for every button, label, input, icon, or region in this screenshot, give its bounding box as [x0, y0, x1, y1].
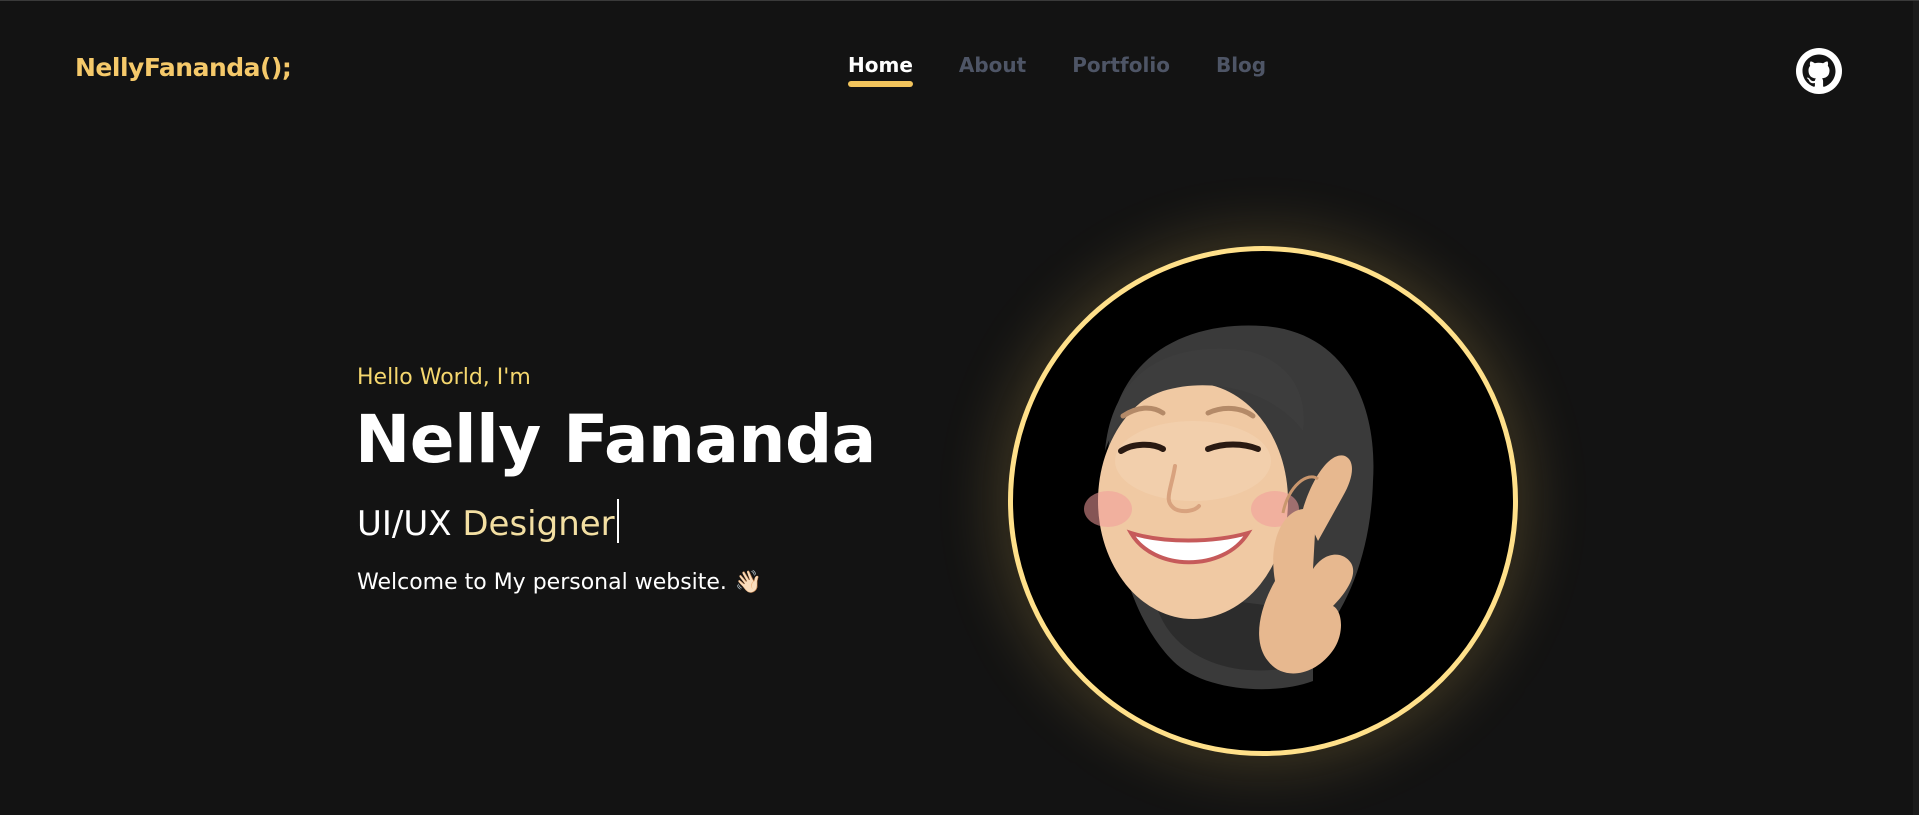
hero-name: Nelly Fananda — [355, 401, 876, 478]
role-accent: Designer — [462, 504, 615, 544]
page: NellyFananda(); Home About Portfolio Blo… — [0, 0, 1919, 815]
github-icon[interactable] — [1795, 47, 1843, 95]
avatar — [1008, 246, 1518, 756]
welcome-text: Welcome to My personal website. — [357, 570, 727, 595]
waving-hand-icon: 👋🏻 — [734, 570, 763, 595]
nav-item-label: Portfolio — [1072, 53, 1170, 77]
nav-item-label: Home — [848, 53, 913, 77]
typing-cursor — [616, 499, 619, 543]
role-prefix: UI/UX — [357, 504, 463, 544]
active-indicator — [848, 81, 913, 87]
nav-item-label: Blog — [1215, 53, 1267, 77]
site-logo[interactable]: NellyFananda(); — [75, 53, 292, 82]
main-nav: Home About Portfolio Blog — [848, 53, 1266, 87]
nav-item-about[interactable]: About — [959, 53, 1026, 87]
memoji-avatar-icon — [1084, 325, 1374, 690]
nav-item-label: About — [958, 53, 1027, 77]
nav-item-portfolio[interactable]: Portfolio — [1072, 53, 1170, 87]
scrollbar-track[interactable] — [1913, 1, 1919, 815]
nav-item-blog[interactable]: Blog — [1216, 53, 1266, 87]
github-icon-svg — [1796, 48, 1842, 94]
avatar-glow — [1008, 246, 1518, 756]
nav-item-home[interactable]: Home — [848, 53, 913, 87]
hero-welcome: Welcome to My personal website. 👋🏻 — [357, 570, 762, 595]
hero-role: UI/UX Designer — [357, 499, 619, 544]
hero-greeting: Hello World, I'm — [357, 365, 531, 390]
